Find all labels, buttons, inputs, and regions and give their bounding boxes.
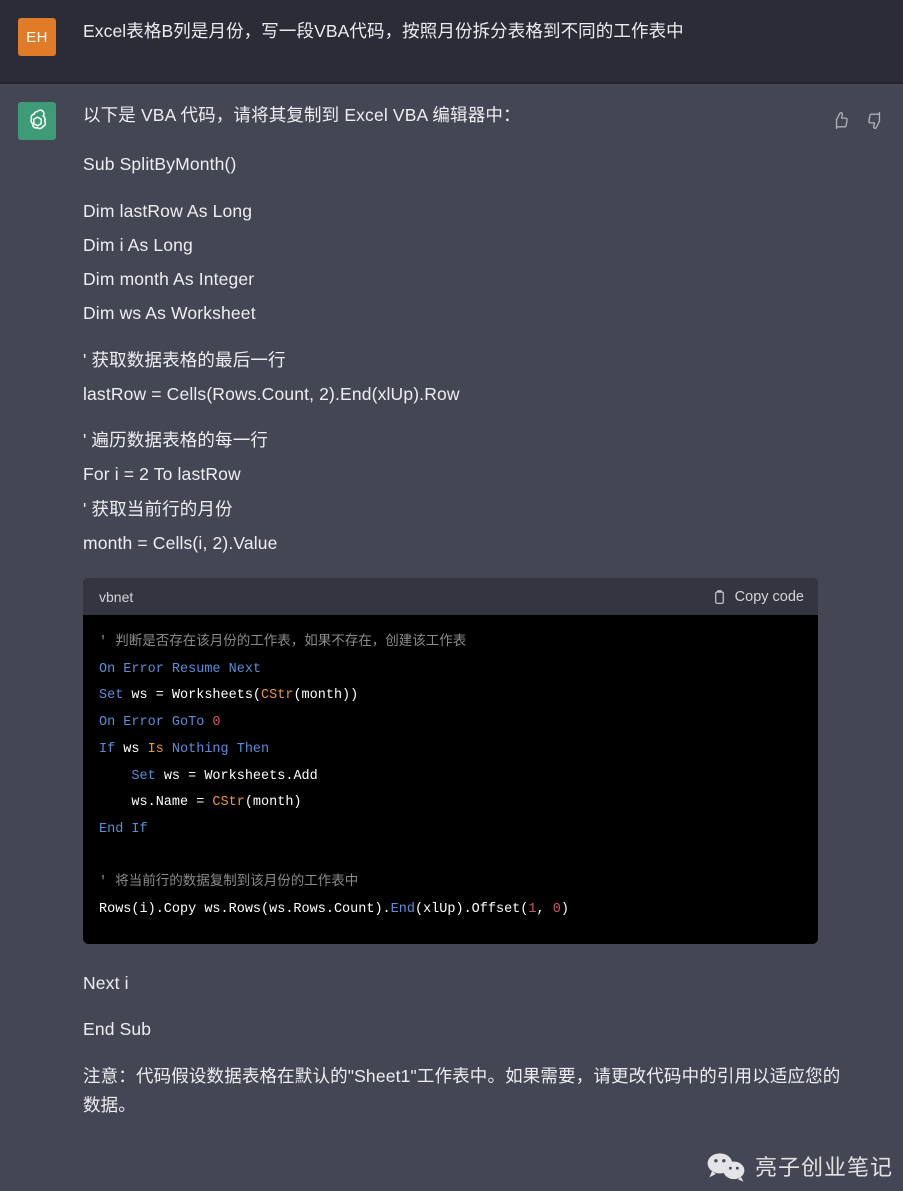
watermark-text: 亮子创业笔记 (754, 1155, 893, 1180)
code-token: End (390, 902, 415, 918)
code-token: ' 判断是否存在该月份的工作表，如果不存在，创建该工作表 (99, 635, 467, 650)
assistant-turn-inner: 以下是 VBA 代码，请将其复制到 Excel VBA 编辑器中： Sub Sp… (0, 84, 903, 1119)
code-block-content[interactable]: ' 判断是否存在该月份的工作表，如果不存在，创建该工作表 On Error Re… (83, 616, 818, 944)
code-comment-text: ' 获取当前行的月份 (83, 498, 233, 519)
code-token: If (99, 741, 116, 757)
openai-logo-icon (24, 108, 51, 135)
code-line-text: lastRow = Cells(Rows.Count, 2).End(xlUp)… (83, 383, 460, 404)
code-token: 0 (212, 715, 221, 731)
code-block-header: vbnet Copy code (83, 578, 818, 616)
user-message-turn: EH Excel表格B列是月份，写一段VBA代码，按照月份拆分表格到不同的工作表… (0, 0, 903, 84)
assistant-intro-text: 以下是 VBA 代码，请将其复制到 Excel VBA 编辑器中： (83, 105, 521, 125)
code-token: Rows(i).Copy ws.Rows(ws.Rows.Count). (99, 902, 391, 918)
thumbs-up-icon[interactable] (831, 111, 850, 130)
code-line-text: month = Cells(i, 2).Value (83, 532, 278, 553)
code-line-text: End Sub (83, 1019, 152, 1040)
code-token: (xlUp).Offset( (414, 902, 529, 918)
wechat-icon (705, 1149, 747, 1183)
user-avatar: EH (18, 18, 56, 56)
code-token: (month)) (293, 688, 359, 704)
code-token: On Error Resume Next (99, 661, 262, 677)
code-token: ws (115, 741, 148, 757)
code-line-text: For i = 2 To lastRow (83, 464, 241, 485)
code-token: ws.Name = (99, 795, 213, 811)
user-turn-inner: EH Excel表格B列是月份，写一段VBA代码，按照月份拆分表格到不同的工作表… (0, 0, 903, 56)
code-token: , (536, 902, 553, 918)
code-comment-text: ' 获取数据表格的最后一行 (83, 349, 286, 370)
user-message-body: Excel表格B列是月份，写一段VBA代码，按照月份拆分表格到不同的工作表中 (83, 18, 684, 45)
code-token: 1 (528, 902, 537, 918)
copy-code-label: Copy code (734, 588, 804, 605)
thumbs-down-icon[interactable] (866, 111, 885, 130)
assistant-message-body: 以下是 VBA 代码，请将其复制到 Excel VBA 编辑器中： Sub Sp… (83, 102, 843, 1119)
code-block: vbnet Copy code ' 判断是否存在该月份的工作表，如果不存在，创建… (83, 578, 818, 944)
code-token: On Error GoTo (99, 715, 213, 731)
user-avatar-initials: EH (26, 28, 48, 46)
code-line-text: Dim i As Long (83, 234, 193, 255)
code-token: 0 (552, 902, 561, 918)
code-language-label: vbnet (99, 588, 134, 605)
code-token: CStr (261, 688, 294, 704)
code-token: Is (147, 741, 164, 757)
code-token: ' 将当前行的数据复制到该月份的工作表中 (99, 875, 359, 891)
code-line-text: Dim ws As Worksheet (83, 303, 256, 324)
code-token: ) (560, 902, 569, 918)
clipboard-icon (712, 589, 727, 605)
code-token: Nothing Then (171, 741, 270, 757)
code-line-text: Dim lastRow As Long (83, 200, 253, 221)
assistant-message-turn: 以下是 VBA 代码，请将其复制到 Excel VBA 编辑器中： Sub Sp… (0, 84, 903, 1191)
code-token: End If (99, 822, 148, 838)
code-token: Set (99, 688, 124, 704)
code-comment-text: ' 遍历数据表格的每一行 (83, 430, 269, 450)
feedback-controls (831, 111, 885, 130)
assistant-note-text: 注意：代码假设数据表格在默认的"Sheet1"工作表中。如果需要，请更改代码中的… (83, 1066, 841, 1115)
code-token: (month) (244, 795, 302, 811)
code-token: ws = Worksheets.Add (155, 768, 318, 784)
code-token: CStr (212, 795, 245, 811)
watermark: 亮子创业笔记 (705, 1149, 893, 1183)
copy-code-button[interactable]: Copy code (712, 589, 804, 605)
code-line-text: Sub SplitByMonth() (83, 154, 237, 175)
code-token: Set (131, 768, 156, 784)
assistant-avatar (18, 102, 56, 140)
code-line-text: Next i (83, 972, 129, 993)
user-message-text: Excel表格B列是月份，写一段VBA代码，按照月份拆分表格到不同的工作表中 (83, 21, 684, 41)
code-line-text: Dim month As Integer (83, 269, 255, 289)
code-token: ws = Worksheets( (123, 688, 262, 704)
